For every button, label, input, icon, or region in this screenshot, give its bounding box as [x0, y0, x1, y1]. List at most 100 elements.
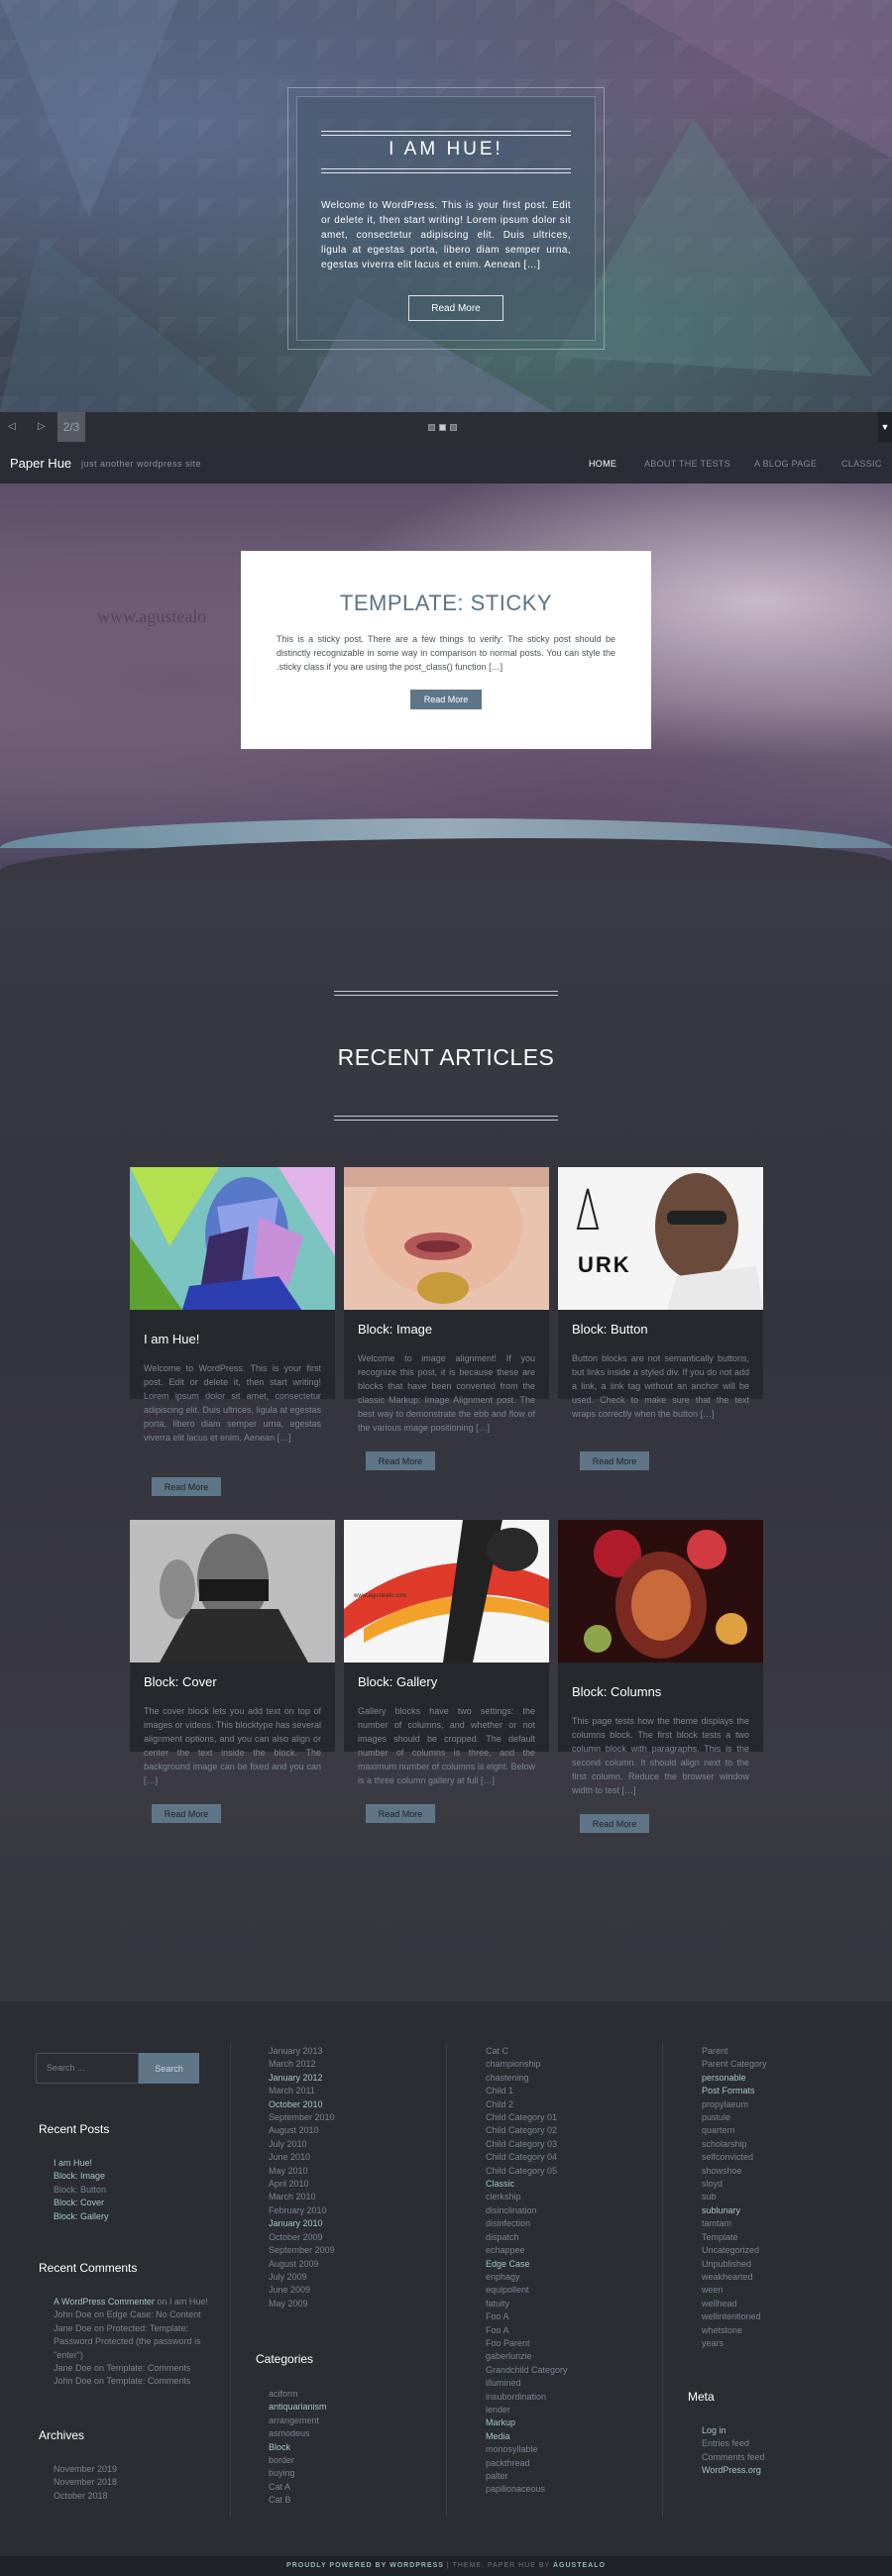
list-item[interactable]: June 2010: [269, 2151, 335, 2164]
comment-author[interactable]: A WordPress Commenter: [54, 2297, 155, 2307]
list-item[interactable]: Comments feed: [702, 2451, 765, 2464]
list-item[interactable]: antiquarianism: [269, 2401, 327, 2414]
list-item[interactable]: Parent Category: [702, 2058, 767, 2071]
list-item[interactable]: March 2010: [269, 2191, 335, 2203]
list-item[interactable]: November 2018: [54, 2476, 117, 2489]
nav-home[interactable]: HOME: [589, 459, 616, 469]
list-item[interactable]: Block: Button: [54, 2184, 109, 2197]
list-item[interactable]: Parent: [702, 2045, 767, 2058]
list-item[interactable]: October 2009: [269, 2231, 335, 2244]
list-item[interactable]: Cat C: [486, 2045, 568, 2058]
list-item[interactable]: August 2010: [269, 2124, 335, 2137]
list-item[interactable]: November 2019: [54, 2463, 117, 2476]
list-item[interactable]: January 2010: [269, 2217, 335, 2230]
article-title[interactable]: Block: Cover: [144, 1674, 217, 1689]
nav-classic[interactable]: CLASSIC: [841, 459, 882, 469]
list-item[interactable]: Markup: [486, 2416, 568, 2429]
list-item[interactable]: sublunary: [702, 2204, 767, 2217]
list-item[interactable]: palter: [486, 2470, 568, 2483]
article-thumbnail[interactable]: [130, 1520, 335, 1663]
slider-collapse-icon[interactable]: ▼: [878, 412, 892, 442]
list-item[interactable]: tamtam: [702, 2217, 767, 2230]
theme-author-link[interactable]: AGUSTEALO: [553, 2562, 606, 2569]
article-title[interactable]: I am Hue!: [144, 1332, 199, 1346]
site-title[interactable]: Paper Hue: [10, 456, 71, 471]
list-item[interactable]: April 2010: [269, 2178, 335, 2191]
list-item[interactable]: Block: Image: [54, 2170, 109, 2183]
list-item[interactable]: May 2009: [269, 2298, 335, 2310]
article-title[interactable]: Block: Button: [572, 1322, 648, 1337]
search-input[interactable]: Search ...: [36, 2053, 139, 2084]
list-item[interactable]: March 2011: [269, 2085, 335, 2097]
sticky-read-more-button[interactable]: Read More: [410, 690, 482, 709]
article-read-more-button[interactable]: Read More: [580, 1814, 649, 1833]
comment-post[interactable]: I am Hue!: [169, 2297, 208, 2307]
list-item[interactable]: Post Formats: [702, 2085, 767, 2097]
slide-read-more-button[interactable]: Read More: [408, 295, 503, 321]
list-item[interactable]: packthread: [486, 2457, 568, 2470]
list-item[interactable]: clerkship: [486, 2191, 568, 2203]
list-item[interactable]: fatuity: [486, 2298, 568, 2310]
list-item[interactable]: scholarship: [702, 2138, 767, 2151]
list-item[interactable]: personable: [702, 2072, 767, 2085]
list-item[interactable]: Foo A: [486, 2324, 568, 2337]
list-item[interactable]: gaberlunzie: [486, 2350, 568, 2363]
list-item[interactable]: ween: [702, 2284, 767, 2297]
list-item[interactable]: chastening: [486, 2072, 568, 2085]
list-item[interactable]: March 2012: [269, 2058, 335, 2071]
list-item[interactable]: Grandchild Category: [486, 2364, 568, 2377]
list-item[interactable]: WordPress.org: [702, 2464, 765, 2477]
list-item[interactable]: Foo Parent: [486, 2337, 568, 2350]
list-item[interactable]: Block: Cover: [54, 2197, 109, 2209]
list-item[interactable]: Entries feed: [702, 2437, 765, 2450]
list-item[interactable]: Block: [269, 2441, 327, 2454]
list-item[interactable]: Log in: [702, 2424, 765, 2437]
list-item[interactable]: June 2009: [269, 2284, 335, 2297]
list-item[interactable]: sub: [702, 2191, 767, 2203]
list-item[interactable]: border: [269, 2454, 327, 2467]
list-item[interactable]: selfconvicted: [702, 2151, 767, 2164]
list-item[interactable]: papilionaceous: [486, 2483, 568, 2496]
comment-author[interactable]: Jane Doe: [54, 2363, 92, 2373]
article-title[interactable]: Block: Columns: [572, 1684, 661, 1699]
slide-dot-2[interactable]: [439, 424, 446, 431]
list-item[interactable]: Edge Case: [486, 2258, 568, 2271]
list-item[interactable]: September 2010: [269, 2111, 335, 2124]
slide-dot-1[interactable]: [428, 424, 435, 431]
list-item[interactable]: Uncategorized: [702, 2244, 767, 2257]
sticky-title[interactable]: TEMPLATE: STICKY: [241, 590, 651, 616]
list-item[interactable]: July 2009: [269, 2271, 335, 2284]
article-thumbnail[interactable]: URK: [558, 1167, 763, 1310]
article-read-more-button[interactable]: Read More: [366, 1804, 435, 1823]
list-item[interactable]: October 2010: [269, 2098, 335, 2111]
article-thumbnail[interactable]: [130, 1167, 335, 1310]
nav-a-blog-page[interactable]: A BLOG PAGE: [754, 459, 817, 469]
list-item[interactable]: October 2018: [54, 2490, 117, 2503]
list-item[interactable]: Foo A: [486, 2310, 568, 2323]
list-item[interactable]: disinfection: [486, 2217, 568, 2230]
list-item[interactable]: I am Hue!: [54, 2157, 109, 2170]
list-item[interactable]: arrangement: [269, 2415, 327, 2427]
comment-author[interactable]: John Doe: [54, 2376, 92, 2386]
list-item[interactable]: dispatch: [486, 2231, 568, 2244]
list-item[interactable]: Block: Gallery: [54, 2210, 109, 2223]
article-title[interactable]: Block: Gallery: [358, 1674, 437, 1689]
article-thumbnail[interactable]: [344, 1167, 549, 1310]
list-item[interactable]: September 2009: [269, 2244, 335, 2257]
list-item[interactable]: Child 2: [486, 2098, 568, 2111]
list-item[interactable]: illumined: [486, 2377, 568, 2390]
article-thumbnail[interactable]: [558, 1520, 763, 1663]
list-item[interactable]: Media: [486, 2430, 568, 2443]
article-title[interactable]: Block: Image: [358, 1322, 432, 1337]
list-item[interactable]: January 2013: [269, 2045, 335, 2058]
list-item[interactable]: buying: [269, 2467, 327, 2480]
list-item[interactable]: wellhead: [702, 2298, 767, 2310]
list-item[interactable]: sloyd: [702, 2178, 767, 2191]
list-item[interactable]: insubordination: [486, 2391, 568, 2404]
nav-about-the-tests[interactable]: ABOUT THE TESTS: [644, 459, 730, 469]
list-item[interactable]: enphagy: [486, 2271, 568, 2284]
article-read-more-button[interactable]: Read More: [580, 1451, 649, 1470]
comment-author[interactable]: Jane Doe: [54, 2323, 92, 2333]
list-item[interactable]: Unpublished: [702, 2258, 767, 2271]
list-item[interactable]: Child Category 05: [486, 2165, 568, 2178]
